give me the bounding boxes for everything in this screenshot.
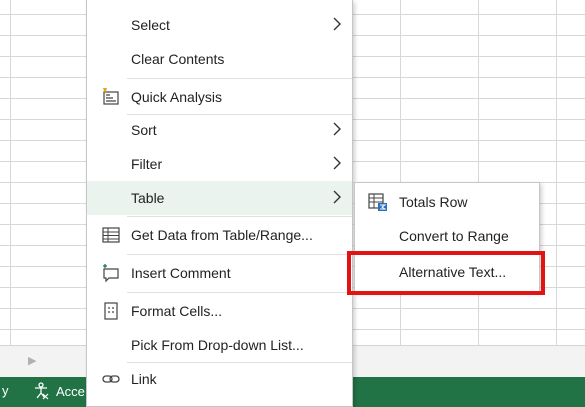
submenu-item-label: Totals Row [399,194,468,210]
chevron-right-icon [333,190,341,204]
menu-item-label: Select [131,17,170,33]
menu-item-label: Link [131,371,157,387]
menu-item-label: Pick From Drop-down List... [131,337,304,353]
link-icon [101,369,121,389]
status-left-text: y [2,383,9,398]
menu-item-insert-comment[interactable]: Insert Comment [87,256,352,290]
submenu-item-totals-row[interactable]: Totals Row [355,185,539,219]
format-cells-icon [101,301,121,321]
menu-item-label: Filter [131,156,163,172]
table-data-icon [101,225,121,245]
menu-item-clear-contents[interactable]: Clear Contents [87,42,352,76]
menu-item-label: Table [131,190,165,206]
submenu-item-convert-to-range[interactable]: Convert to Range [355,219,539,253]
comment-icon [101,263,121,283]
menu-item-link[interactable]: Link [87,362,352,396]
menu-item-label: Quick Analysis [131,89,223,105]
menu-item-label: Clear Contents [131,51,225,67]
menu-item-label: Get Data from Table/Range... [131,227,313,243]
menu-divider [127,78,352,79]
menu-divider [127,216,352,217]
menu-item-table[interactable]: Table [87,181,352,215]
quick-analysis-icon [101,87,121,107]
highlight-box [347,251,545,295]
totals-row-icon [367,191,389,213]
menu-item-format-cells[interactable]: Format Cells... [87,294,352,328]
menu-item-select[interactable]: Select [87,8,352,42]
menu-item-filter[interactable]: Filter [87,147,352,181]
accessibility-label: Acce [56,383,85,399]
menu-item-label: Insert Comment [131,265,231,281]
menu-item-sort[interactable]: Sort [87,113,352,147]
menu-item-pick-from-list[interactable]: Pick From Drop-down List... [87,328,352,362]
menu-divider [127,292,352,293]
chevron-right-icon [333,156,341,170]
accessibility-status[interactable]: Acce [32,382,85,400]
menu-item-label: Sort [131,122,157,138]
tab-scroll-left-icon[interactable]: ▶ [28,354,36,367]
chevron-right-icon [333,17,341,31]
submenu-item-label: Convert to Range [399,228,509,244]
menu-divider [127,254,352,255]
chevron-right-icon [333,122,341,136]
menu-item-get-data[interactable]: Get Data from Table/Range... [87,218,352,252]
context-menu: Select Clear Contents Quick Analysis Sor… [86,0,353,407]
menu-item-quick-analysis[interactable]: Quick Analysis [87,80,352,114]
accessibility-icon [35,382,49,400]
menu-item-label: Format Cells... [131,303,223,319]
